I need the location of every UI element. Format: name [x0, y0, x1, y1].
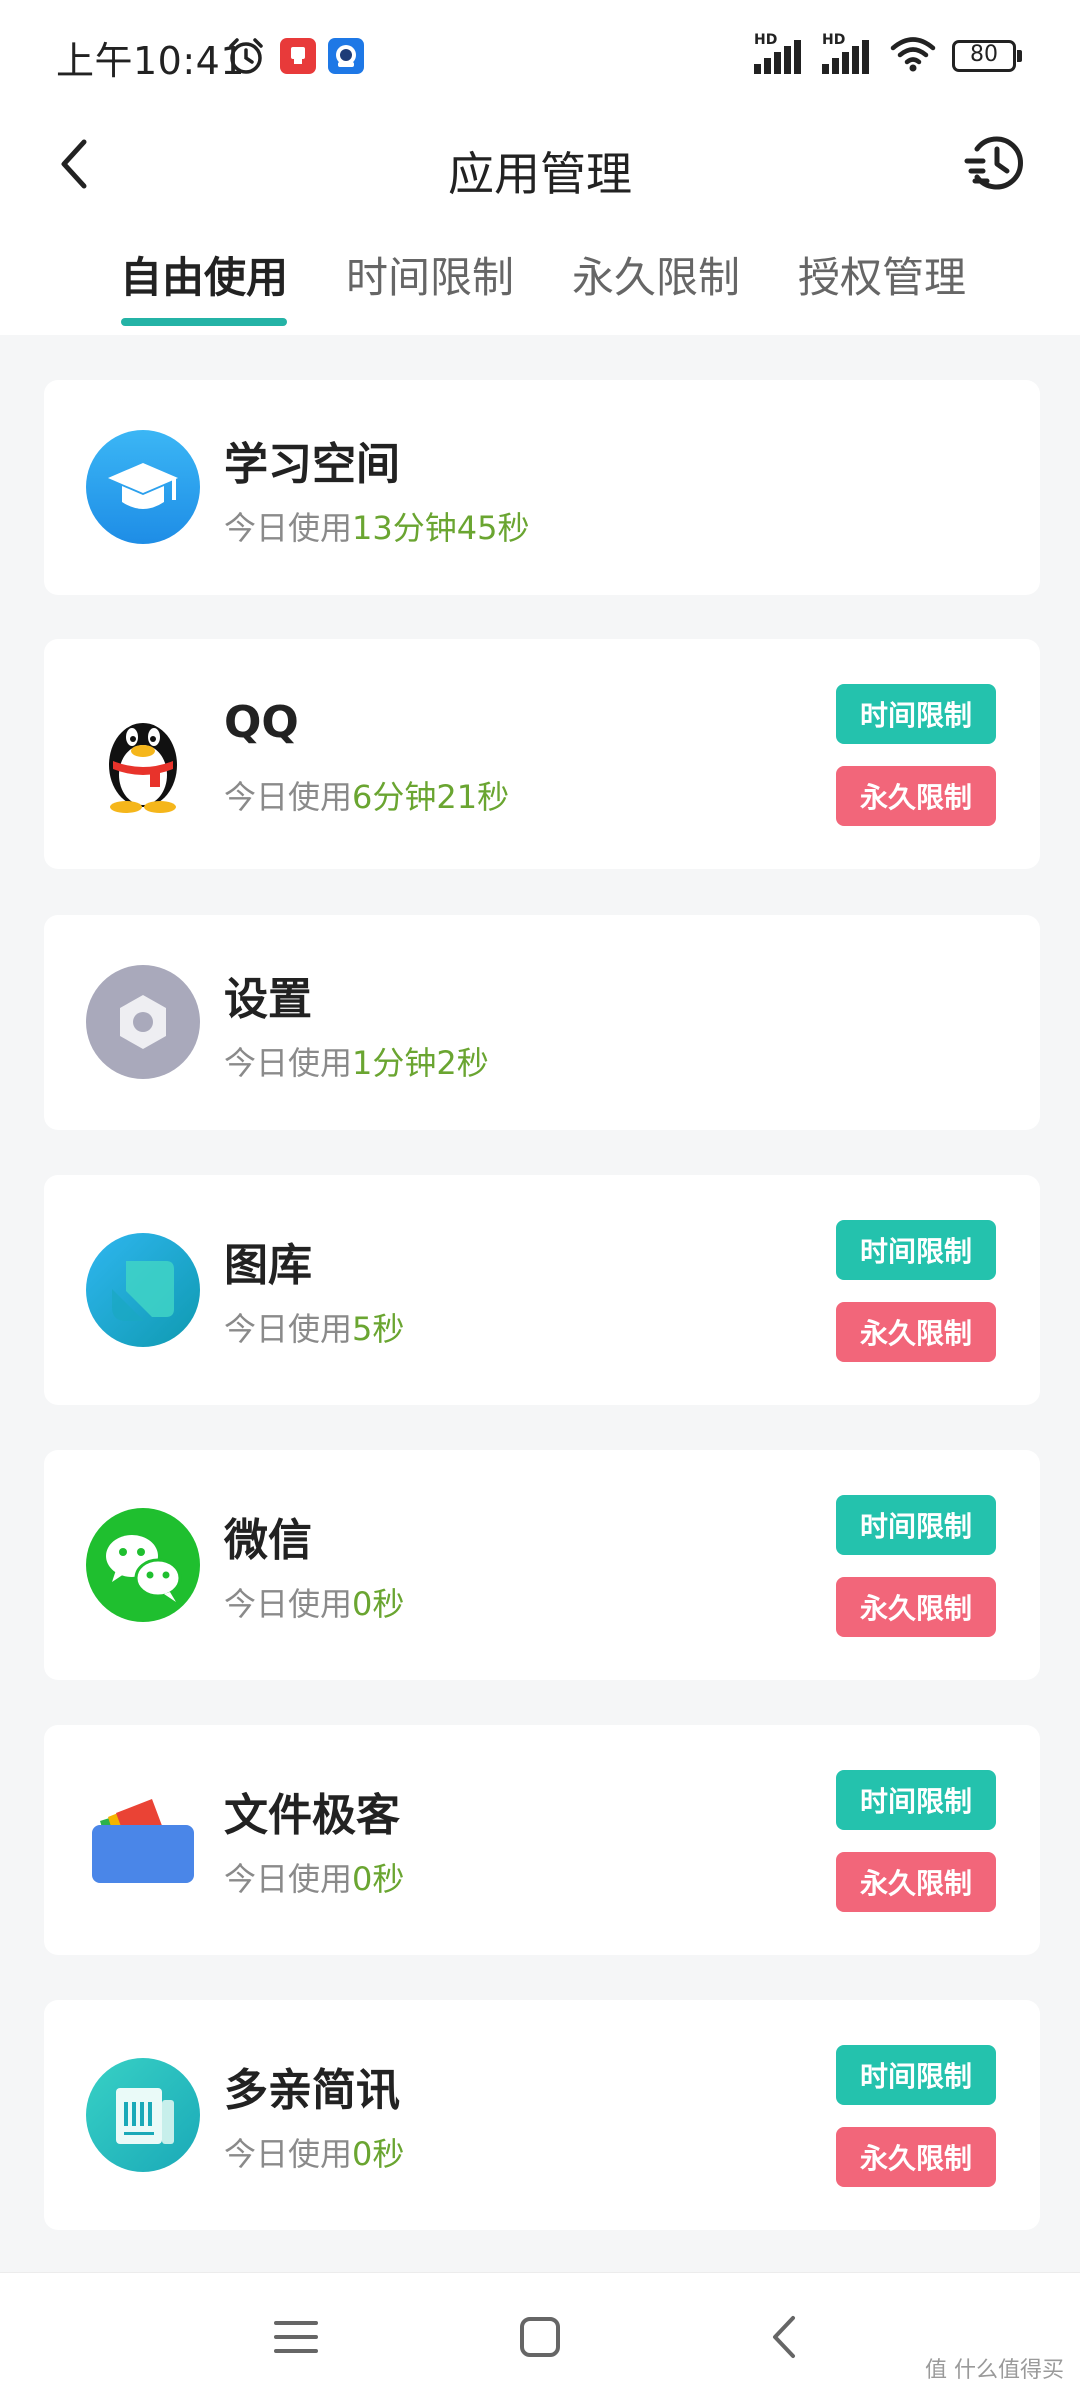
app-name: 多亲简讯	[224, 2065, 400, 2116]
usage-prefix: 今日使用	[224, 509, 353, 547]
usage-value: 0秒	[352, 1585, 405, 1623]
tab-free-use[interactable]: 自由使用	[120, 244, 288, 305]
system-nav-bar: 值 什么值得买	[0, 2272, 1080, 2400]
usage-prefix: 今日使用	[224, 1585, 353, 1623]
app-name: 文件极客	[224, 1790, 400, 1841]
permanent-limit-button[interactable]: 永久限制	[836, 766, 996, 826]
qq-penguin-icon	[86, 701, 200, 815]
time-limit-button[interactable]: 时间限制	[836, 684, 996, 744]
app-name: QQ	[224, 697, 299, 748]
usage-value: 1分钟2秒	[352, 1044, 489, 1082]
time-limit-button[interactable]: 时间限制	[836, 1770, 996, 1830]
header-bar: 应用管理	[0, 110, 1080, 230]
battery-icon: 80	[952, 40, 1022, 72]
usage-text: 今日使用13分钟45秒	[224, 503, 529, 549]
home-square-icon	[520, 2317, 560, 2357]
status-right-group: HD HD 80	[754, 32, 1022, 77]
app-name: 设置	[224, 974, 312, 1025]
list-item[interactable]: QQ 今日使用6分钟21秒 时间限制 永久限制	[44, 639, 1040, 869]
list-item[interactable]: 设置 今日使用1分钟2秒	[44, 915, 1040, 1130]
wifi-icon	[890, 35, 936, 77]
recent-apps-button[interactable]	[256, 2297, 336, 2377]
usage-value: 5秒	[352, 1310, 405, 1348]
settings-icon	[86, 965, 200, 1079]
usage-value: 13分钟45秒	[352, 509, 530, 547]
usage-prefix: 今日使用	[224, 778, 353, 816]
home-button[interactable]	[500, 2297, 580, 2377]
usage-value: 0秒	[352, 1860, 405, 1898]
list-item[interactable]: 微信 今日使用0秒 时间限制 永久限制	[44, 1450, 1040, 1680]
system-back-button[interactable]	[744, 2297, 824, 2377]
usage-prefix: 今日使用	[224, 1310, 353, 1348]
usage-prefix: 今日使用	[224, 1860, 353, 1898]
usage-text: 今日使用0秒	[224, 1579, 404, 1625]
tab-time-limit[interactable]: 时间限制	[346, 244, 514, 305]
battery-level: 80	[970, 42, 998, 67]
usage-text: 今日使用5秒	[224, 1304, 404, 1350]
tab-authorization[interactable]: 授权管理	[798, 244, 966, 305]
usage-value: 6分钟21秒	[352, 778, 510, 816]
history-button[interactable]	[950, 118, 1040, 208]
alarm-icon	[226, 36, 266, 80]
app-name: 微信	[224, 1515, 312, 1566]
time-limit-button[interactable]: 时间限制	[836, 1220, 996, 1280]
tab-bar: 自由使用 时间限制 永久限制 授权管理	[0, 230, 1080, 335]
app-name: 学习空间	[224, 439, 400, 490]
file-geek-icon	[86, 1783, 200, 1897]
usage-text: 今日使用0秒	[224, 1854, 404, 1900]
list-item[interactable]: 多亲简讯 今日使用0秒 时间限制 永久限制	[44, 2000, 1040, 2230]
page-title: 应用管理	[448, 147, 632, 201]
gallery-icon	[86, 1233, 200, 1347]
tab-permanent-limit[interactable]: 永久限制	[572, 244, 740, 305]
time-limit-button[interactable]: 时间限制	[836, 2045, 996, 2105]
app-management-screen: 上午10:41 HD HD 80 应用管理 自由使用 时间限制 永久限制 授权管…	[0, 0, 1080, 2400]
red-app-notification-icon	[280, 38, 316, 78]
watermark: 值 什么值得买	[925, 2358, 1064, 2383]
signal-1-icon: HD	[754, 32, 806, 76]
usage-text: 今日使用6分钟21秒	[224, 772, 509, 818]
list-item[interactable]: 学习空间 今日使用13分钟45秒	[44, 380, 1040, 595]
permanent-limit-button[interactable]: 永久限制	[836, 1302, 996, 1362]
menu-lines-icon	[274, 2321, 318, 2353]
permanent-limit-button[interactable]: 永久限制	[836, 1852, 996, 1912]
usage-value: 0秒	[352, 2135, 405, 2173]
app-name: 图库	[224, 1240, 312, 1291]
list-item[interactable]: 文件极客 今日使用0秒 时间限制 永久限制	[44, 1725, 1040, 1955]
usage-prefix: 今日使用	[224, 1044, 353, 1082]
chevron-left-icon	[773, 2316, 795, 2358]
top-section: 上午10:41 HD HD 80 应用管理 自由使用 时间限制 永久限制 授权管…	[0, 0, 1080, 335]
usage-text: 今日使用0秒	[224, 2129, 404, 2175]
list-item[interactable]: 图库 今日使用5秒 时间限制 永久限制	[44, 1175, 1040, 1405]
usage-prefix: 今日使用	[224, 2135, 353, 2173]
status-bar: 上午10:41 HD HD 80	[0, 0, 1080, 110]
graduation-cap-icon	[86, 430, 200, 544]
time-limit-button[interactable]: 时间限制	[836, 1495, 996, 1555]
blue-app-notification-icon	[328, 38, 364, 78]
history-clock-icon	[964, 136, 1023, 190]
signal-2-icon: HD	[822, 32, 874, 76]
active-tab-indicator	[121, 318, 287, 326]
wechat-icon	[86, 1508, 200, 1622]
usage-text: 今日使用1分钟2秒	[224, 1038, 489, 1084]
duoqin-news-icon	[86, 2058, 200, 2172]
status-time: 上午10:41	[56, 39, 246, 83]
permanent-limit-button[interactable]: 永久限制	[836, 2127, 996, 2187]
permanent-limit-button[interactable]: 永久限制	[836, 1577, 996, 1637]
